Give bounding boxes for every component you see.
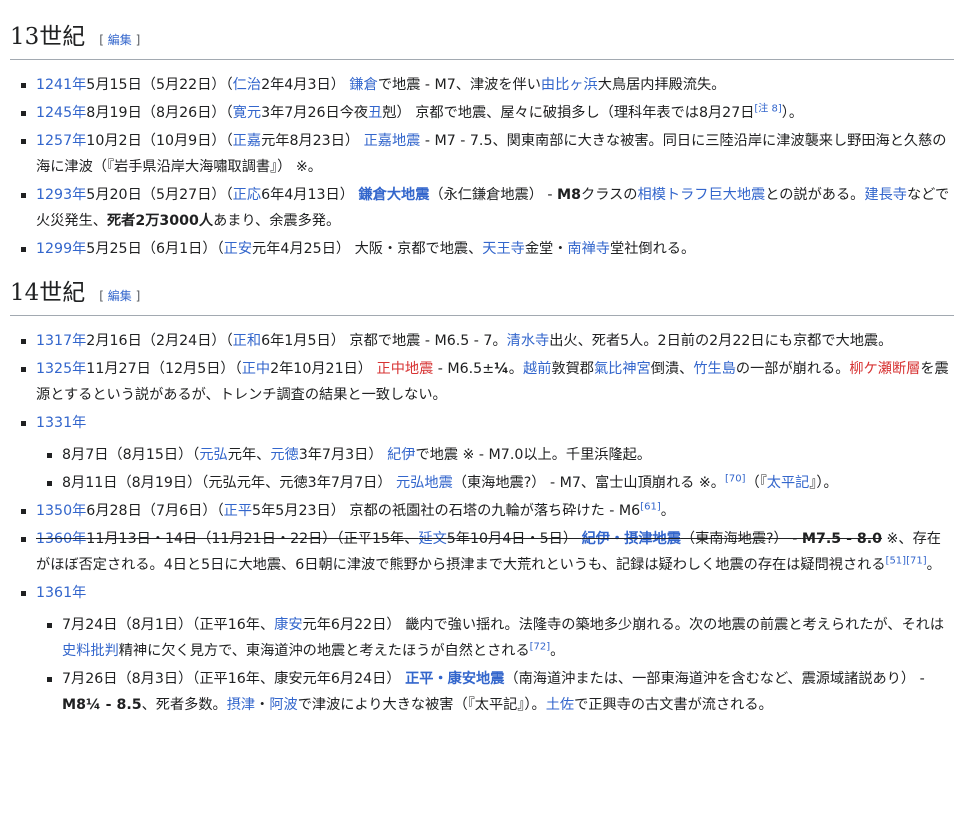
earthquake-link[interactable]: 正平・康安地震: [405, 671, 504, 687]
term-link[interactable]: 相模トラフ巨大地震: [638, 187, 766, 203]
era-link[interactable]: 仁治: [233, 77, 261, 93]
edit-link[interactable]: 編集: [108, 33, 132, 47]
year-link[interactable]: 1257年: [36, 133, 86, 149]
footnote-ref[interactable]: [70]: [725, 473, 746, 484]
year-link[interactable]: 1361年: [36, 585, 86, 601]
era-link[interactable]: 元徳: [270, 447, 298, 463]
list-item: 1299年5月25日（6月1日）（正安元年4月25日） 大阪・京都で地震、天王寺…: [21, 236, 954, 262]
footnote-ref[interactable]: [72]: [530, 641, 551, 652]
event-list-14c: 1317年2月16日（2月24日）（正和6年1月5日） 京都で地震 - M6.5…: [10, 328, 954, 718]
earthquake-link[interactable]: 元弘地震: [396, 475, 453, 491]
era-link[interactable]: 元弘: [199, 447, 227, 463]
list-item: 1350年6月28日（7月6日）（正平5年5月23日） 京都の祇園社の石塔の九輪…: [21, 498, 954, 524]
place-link[interactable]: 摂津: [227, 697, 255, 713]
event-list-13c: 1241年5月15日（5月22日）（仁治2年4月3日） 鎌倉で地震 - M7、津…: [10, 72, 954, 262]
section-heading-13c: 13世紀 [ 編集 ]: [10, 22, 954, 60]
place-link[interactable]: 氣比神宮: [594, 361, 651, 377]
place-link[interactable]: 由比ヶ浜: [541, 77, 598, 93]
earthquake-link[interactable]: 鎌倉大地震: [358, 187, 429, 203]
term-link[interactable]: 史料批判: [62, 643, 119, 659]
edit-section: [ 編集 ]: [99, 289, 141, 303]
era-link[interactable]: 寛元: [233, 105, 261, 121]
list-item: 1325年11月27日（12月5日）（正中2年10月21日） 正中地震 - M6…: [21, 356, 954, 408]
footnote-ref[interactable]: [61]: [640, 501, 661, 512]
edit-link[interactable]: 編集: [108, 289, 132, 303]
list-item: 1257年10月2日（10月9日）（正嘉元年8月23日） 正嘉地震 - M7 -…: [21, 128, 954, 180]
list-item: 8月11日（8月19日）（元弘元年、元徳3年7月7日） 元弘地震（東海地震?） …: [47, 470, 954, 496]
death-toll: 死者2万3000人: [106, 213, 214, 229]
fault-link[interactable]: 柳ケ瀬断層: [849, 361, 920, 377]
place-link[interactable]: 阿波: [269, 697, 297, 713]
year-link[interactable]: 1241年: [36, 77, 86, 93]
edit-section: [ 編集 ]: [99, 33, 141, 47]
list-item: 1317年2月16日（2月24日）（正和6年1月5日） 京都で地震 - M6.5…: [21, 328, 954, 354]
year-link[interactable]: 1317年: [36, 333, 86, 349]
era-link[interactable]: 正平: [224, 503, 252, 519]
place-link[interactable]: 越前: [523, 361, 551, 377]
place-link[interactable]: 鎌倉: [349, 77, 377, 93]
year-link[interactable]: 1245年: [36, 105, 86, 121]
place-link[interactable]: 清水寺: [507, 333, 550, 349]
era-link[interactable]: 康安: [274, 617, 302, 633]
list-item: 8月7日（8月15日）（元弘元年、元徳3年7月3日） 紀伊で地震 ※ - M7.…: [47, 442, 954, 468]
footnote-ref[interactable]: [注 8]: [754, 103, 781, 114]
era-link[interactable]: 延文: [418, 531, 446, 547]
magnitude: M8: [557, 187, 582, 203]
sub-list: 7月24日（8月1日）（正平16年、康安元年6月22日） 畿内で強い揺れ。法隆寺…: [36, 612, 954, 718]
list-item: 1361年 7月24日（8月1日）（正平16年、康安元年6月22日） 畿内で強い…: [21, 580, 954, 718]
place-link[interactable]: 紀伊: [387, 447, 415, 463]
footnote-ref[interactable]: [51][71]: [886, 555, 927, 566]
sub-list: 8月7日（8月15日）（元弘元年、元徳3年7月3日） 紀伊で地震 ※ - M7.…: [36, 442, 954, 496]
list-item: 1293年5月20日（5月27日）（正応6年4月13日） 鎌倉大地震（永仁鎌倉地…: [21, 182, 954, 234]
list-item: 1360年11月13日・14日（11月21日・22日）（正平15年、延文5年10…: [21, 526, 954, 578]
era-link[interactable]: 正安: [224, 241, 252, 257]
era-link[interactable]: 正応: [233, 187, 261, 203]
year-link[interactable]: 1325年: [36, 361, 86, 377]
place-link[interactable]: 土佐: [546, 697, 574, 713]
list-item: 1241年5月15日（5月22日）（仁治2年4月3日） 鎌倉で地震 - M7、津…: [21, 72, 954, 98]
list-item: 7月24日（8月1日）（正平16年、康安元年6月22日） 畿内で強い揺れ。法隆寺…: [47, 612, 954, 664]
place-link[interactable]: 建長寺: [864, 187, 907, 203]
fraction: ¼: [494, 361, 509, 377]
era-link[interactable]: 正和: [233, 333, 261, 349]
article-content: 13世紀 [ 編集 ] 1241年5月15日（5月22日）（仁治2年4月3日） …: [0, 0, 976, 822]
struck-entry: 1360年11月13日・14日（11月21日・22日）（正平15年、延文5年10…: [36, 531, 883, 547]
list-item: 7月26日（8月3日）（正平16年、康安元年6月24日） 正平・康安地震（南海道…: [47, 666, 954, 718]
list-item: 1331年 8月7日（8月15日）（元弘元年、元徳3年7月3日） 紀伊で地震 ※…: [21, 410, 954, 496]
place-link[interactable]: 天王寺: [482, 241, 525, 257]
year-link[interactable]: 1293年: [36, 187, 86, 203]
magnitude: M8¼ - 8.5: [62, 697, 142, 713]
section-title: 14世紀: [10, 280, 86, 306]
place-link[interactable]: 竹生島: [693, 361, 736, 377]
era-link[interactable]: 正嘉: [233, 133, 261, 149]
section-title: 13世紀: [10, 24, 86, 50]
earthquake-link[interactable]: 正中地震: [377, 361, 434, 377]
year-link[interactable]: 1299年: [36, 241, 86, 257]
year-link[interactable]: 1360年: [36, 531, 86, 547]
year-link[interactable]: 1331年: [36, 415, 86, 431]
year-link[interactable]: 1350年: [36, 503, 86, 519]
list-item: 1245年8月19日（8月26日）（寛元3年7月26日今夜丑剋） 京都で地震、屋…: [21, 100, 954, 126]
earthquake-link[interactable]: 正嘉地震: [364, 133, 421, 149]
earthquake-link[interactable]: 紀伊・摂津地震: [582, 531, 681, 547]
term-link[interactable]: 丑: [368, 105, 382, 121]
magnitude: M7.5 - 8.0: [801, 531, 883, 547]
section-heading-14c: 14世紀 [ 編集 ]: [10, 278, 954, 316]
era-link[interactable]: 正中: [242, 361, 270, 377]
book-link[interactable]: 太平記: [767, 475, 810, 491]
place-link[interactable]: 南禅寺: [567, 241, 610, 257]
